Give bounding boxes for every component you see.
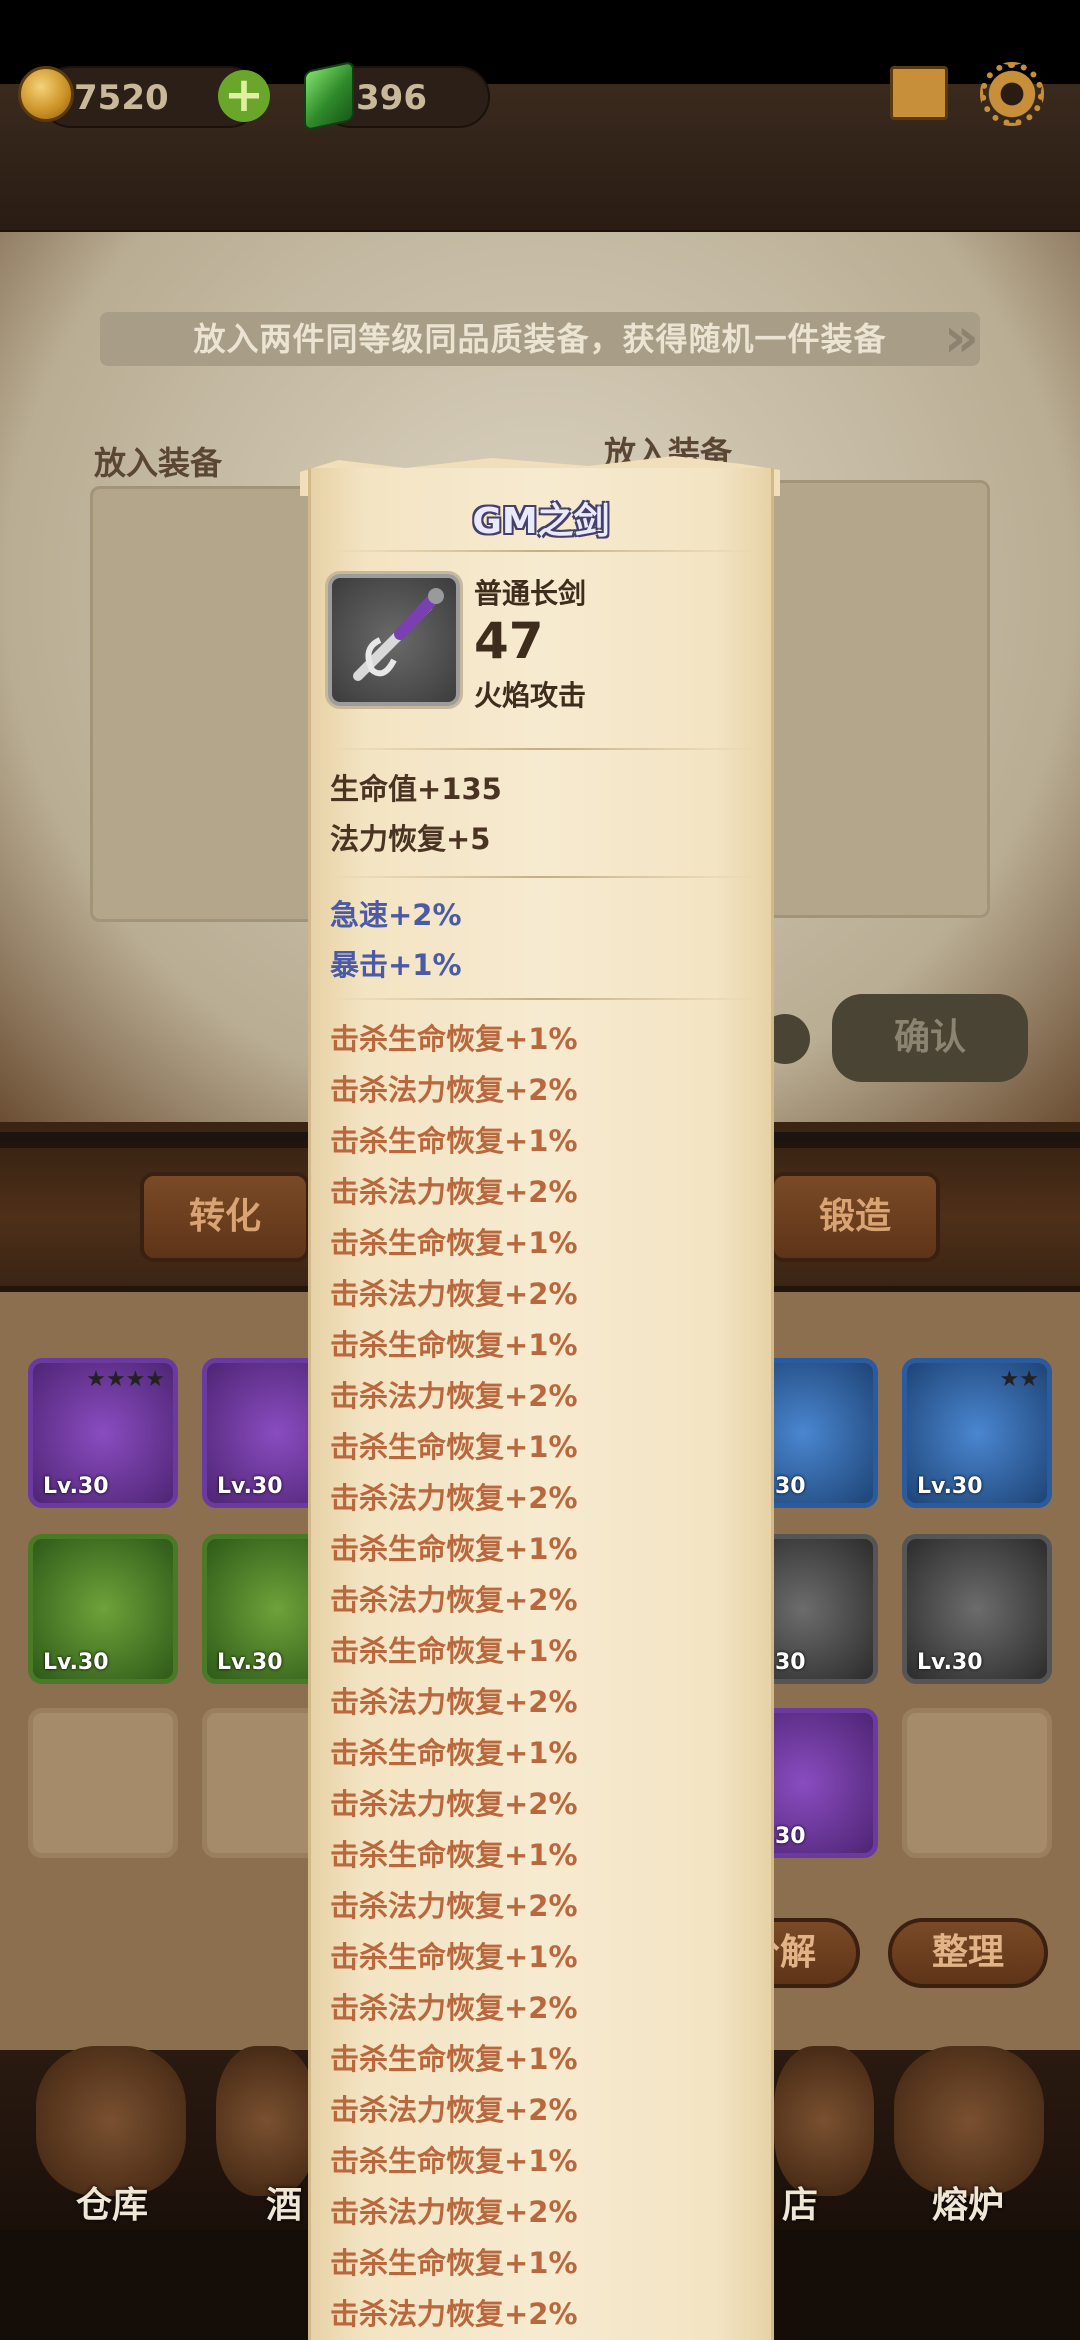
book-icon[interactable] [890,66,948,120]
item-level-label: 30 [775,1650,806,1675]
kill-stat: 击杀法力恢复+2% [330,1175,578,1209]
item-name: GM之剑 [472,501,610,542]
settings-gear-icon[interactable] [980,62,1044,126]
item-level-label: 30 [775,1474,806,1499]
kill-stat: 击杀法力恢复+2% [330,2297,578,2331]
divider [330,876,754,878]
kill-stat: 击杀法力恢复+2% [330,1379,578,1413]
item-level-label: 30 [775,1824,806,1849]
tab-forge[interactable]: 锻造 [770,1172,940,1262]
divider [330,748,754,750]
kill-stat: 击杀生命恢复+1% [330,1838,578,1872]
gold-amount: 7520 [74,78,169,118]
item-level-label: Lv.30 [217,1650,283,1675]
item-level-label: Lv.30 [917,1474,983,1499]
inventory-empty-slot[interactable] [28,1708,178,1858]
kill-stat: 击杀法力恢复+2% [330,1787,578,1821]
item-level-label: Lv.30 [217,1474,283,1499]
kill-stat: 击杀生命恢复+1% [330,1226,578,1260]
kill-stat: 击杀生命恢复+1% [330,1634,578,1668]
item-type: 普通长剑 [474,577,587,610]
shop-icon[interactable] [774,2046,874,2196]
kill-stat: 击杀法力恢复+2% [330,1481,578,1515]
gold-coin-icon [18,66,74,122]
kill-stat: 击杀生命恢复+1% [330,2246,578,2280]
kill-stat: 击杀生命恢复+1% [330,1022,578,1056]
inventory-empty-slot[interactable] [902,1708,1052,1858]
kill-stat: 击杀生命恢复+1% [330,2042,578,2076]
divider [330,550,754,552]
kill-stat: 击杀生命恢复+1% [330,1736,578,1770]
gem-icon [304,60,354,132]
kill-stat: 击杀法力恢复+2% [330,1277,578,1311]
inventory-item[interactable]: Lv.30 [28,1534,178,1684]
inventory-item[interactable]: ★★ Lv.30 [902,1358,1052,1508]
kill-stat: 击杀法力恢复+2% [330,1583,578,1617]
warehouse-icon[interactable] [36,2046,186,2196]
base-stat: 法力恢复+5 [330,822,491,856]
gem-amount: 396 [356,78,427,118]
kill-stat: 击杀法力恢复+2% [330,2093,578,2127]
nav-tavern-label: 酒 [266,2185,303,2226]
item-skill: 火焰攻击 [474,679,587,712]
equip-slot-left[interactable] [90,486,330,922]
tab-convert[interactable]: 转化 [140,1172,310,1262]
equip-slot-right[interactable] [760,480,990,918]
slot-left-label: 放入装备 [94,444,223,482]
furnace-icon[interactable] [894,2046,1044,2196]
star-rating-icon: ★★ [999,1367,1039,1392]
kill-stat: 击杀法力恢复+2% [330,1889,578,1923]
nav-warehouse-label: 仓库 [76,2185,149,2226]
sort-button[interactable]: 整理 [888,1918,1048,1988]
inventory-item[interactable]: ★★★★ Lv.30 [28,1358,178,1508]
confirm-button[interactable]: 确认 [832,994,1028,1082]
tavern-icon[interactable] [216,2046,316,2196]
bonus-stat: 暴击+1% [330,948,462,982]
kill-stat: 击杀法力恢复+2% [330,1685,578,1719]
kill-stat: 击杀生命恢复+1% [330,1532,578,1566]
item-level-label: Lv.30 [43,1650,109,1675]
kill-stat: 击杀生命恢复+1% [330,1124,578,1158]
kill-stat: 击杀法力恢复+2% [330,2195,578,2229]
kill-stat: 击杀生命恢复+1% [330,1940,578,1974]
nav-shop-label: 店 [782,2185,819,2226]
item-level-label: Lv.30 [43,1474,109,1499]
star-rating-icon: ★★★★ [86,1367,165,1392]
kill-stat: 击杀法力恢复+2% [330,1991,578,2025]
item-level: 47 [474,612,544,670]
chevron-right-icon: » [944,306,979,369]
base-stat: 生命值+135 [330,772,502,806]
add-gold-button[interactable]: + [218,70,270,122]
forge-hint-banner: 放入两件同等级同品质装备，获得随机一件装备 [100,312,980,366]
kill-stat: 击杀生命恢复+1% [330,1430,578,1464]
item-level-label: Lv.30 [917,1650,983,1675]
inventory-item[interactable]: Lv.30 [902,1534,1052,1684]
sword-icon [328,574,460,706]
divider [330,998,754,1000]
kill-stat: 击杀法力恢复+2% [330,1073,578,1107]
kill-stat: 击杀生命恢复+1% [330,2144,578,2178]
kill-stat: 击杀生命恢复+1% [330,1328,578,1362]
bonus-stat: 急速+2% [330,898,462,932]
nav-furnace-label: 熔炉 [932,2185,1005,2226]
